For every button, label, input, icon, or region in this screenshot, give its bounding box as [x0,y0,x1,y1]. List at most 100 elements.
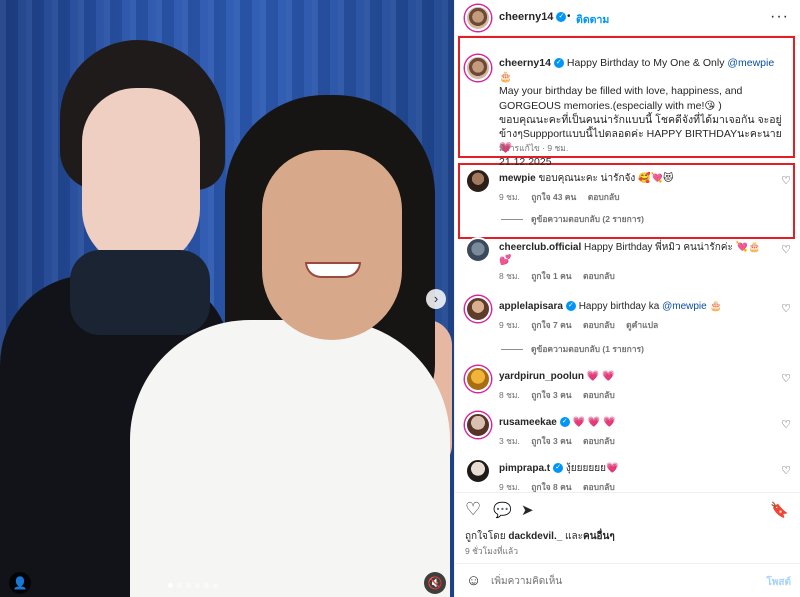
comment-username[interactable]: rusameekae [499,417,557,428]
comment-like-icon[interactable]: ♡ [781,243,791,256]
avatar[interactable] [465,5,491,31]
comment-meta: 3 ชม. ถูกใจ 3 คน ตอบกลับ [499,434,624,448]
comment-body: Happy birthday ka [578,301,663,312]
comment-like-icon[interactable]: ♡ [781,174,791,187]
verified-icon: ✓ [565,301,576,312]
avatar[interactable] [465,296,491,322]
comment-icon[interactable]: 💬 [493,501,512,519]
tagged-user-icon[interactable]: 👤 [9,572,31,594]
comment-likes[interactable]: ถูกใจ 1 คน [531,271,571,281]
comment-username[interactable]: applelapisara [499,301,563,312]
post-photo[interactable]: › 👤 🔇 [0,0,454,597]
comment-likes[interactable]: ถูกใจ 8 คน [531,482,571,492]
person-left-bandana [70,250,210,335]
reply-button[interactable]: ตอบกลับ [583,390,615,400]
comment-meta: 9 ชม. ถูกใจ 7 คน ตอบกลับ ดูคำแปล [499,318,667,332]
comment-meta: 8 ชม. ถูกใจ 3 คน ตอบกลับ [499,388,624,402]
reply-button[interactable]: ตอบกลับ [588,192,620,202]
comment-meta: 9 ชม. ถูกใจ 43 คน ตอบกลับ [499,190,628,204]
comment-like-icon[interactable]: ♡ [781,302,791,315]
view-replies-button[interactable]: ดูข้อความตอบกลับ (1 รายการ) [501,342,644,356]
avatar[interactable] [465,237,491,263]
avatar[interactable] [465,55,491,81]
carousel-dot [195,583,200,588]
view-replies-button[interactable]: ดูข้อความตอบกลับ (2 รายการ) [501,212,644,226]
share-icon[interactable]: ➤ [521,501,534,519]
avatar[interactable] [465,366,491,392]
mention-link[interactable]: @mewpie [662,301,707,312]
author-username-text[interactable]: cheerny14 [499,11,553,23]
reply-button[interactable]: ตอบกลับ [583,436,615,446]
next-photo-icon[interactable]: › [426,289,446,309]
more-options-icon[interactable]: ··· [770,8,789,26]
comment-text: mewpie ขอบคุณนะคะ น่ารักจัง 🥰💘😻 [499,172,769,185]
person-right-white-shirt [130,320,450,597]
author-username[interactable]: cheerny14 ✓ [499,11,567,23]
comment-text: yardpirun_poolun 💗 💗 [499,370,769,383]
mute-icon[interactable]: 🔇 [424,572,446,594]
comment-time[interactable]: 9 ชม. [499,482,520,492]
avatar[interactable] [465,168,491,194]
comment-time[interactable]: 3 ชม. [499,436,520,446]
comment-time[interactable]: 9 ชม. [499,192,520,202]
comment-like-icon[interactable]: ♡ [781,464,791,477]
likes-mid: และ [562,531,584,542]
cake-emoji: 🎂 [706,301,722,312]
avatar[interactable] [465,458,491,484]
comment-composer: ☺ โพสต์ [455,563,800,597]
reply-button[interactable]: ตอบกลับ [583,271,615,281]
translate-button[interactable]: ดูคำแปล [626,320,658,330]
carousel-dot [204,583,209,588]
avatar[interactable] [465,412,491,438]
comment-likes[interactable]: ถูกใจ 7 คน [531,320,571,330]
carousel-dot [177,583,182,588]
comment-likes[interactable]: ถูกใจ 3 คน [531,436,571,446]
likes-user[interactable]: dackdevil._ [508,531,562,542]
comment-text: cheerclub.official Happy Birthday พี่หมิ… [499,241,769,267]
follow-button[interactable]: ติดตาม [576,11,609,28]
post-side-panel: cheerny14 ✓ • ติดตาม ··· cheerny14 ✓ Happy… [454,0,800,597]
comment-time[interactable]: 9 ชม. [499,320,520,330]
person-left-face [82,88,200,268]
comment-body: 💗 💗 💗 [572,417,616,428]
comment-time[interactable]: 8 ชม. [499,390,520,400]
likes-prefix: ถูกใจโดย [465,531,509,542]
comment-time[interactable]: 8 ชม. [499,271,520,281]
comment-username[interactable]: yardpirun_poolun [499,371,584,382]
reply-button[interactable]: ตอบกลับ [583,320,615,330]
comment-like-icon[interactable]: ♡ [781,372,791,385]
likes-others[interactable]: คนอื่นๆ [583,531,615,542]
emoji-icon[interactable]: ☺ [466,572,481,589]
comment-meta: 8 ชม. ถูกใจ 1 คน ตอบกลับ [499,269,624,283]
like-icon[interactable]: ♡ [465,499,481,520]
comment-like-icon[interactable]: ♡ [781,418,791,431]
comment-text: pimprapa.t ✓ งุ้ยยยยยย💗 [499,462,769,475]
comment-username[interactable]: pimprapa.t [499,463,550,474]
comment-username[interactable]: cheerclub.official [499,242,581,253]
reply-button[interactable]: ตอบกลับ [583,482,615,492]
separator-dot: • [567,11,571,22]
post-timestamp[interactable]: 9 ชั่วโมงที่แล้ว [465,544,518,558]
mention-link[interactable]: @mewpie [727,57,774,69]
post-actions-bar: ♡ 💬 ➤ 🔖 [455,492,800,522]
caption-username[interactable]: cheerny14 [499,57,551,69]
verified-icon: ✓ [553,58,564,69]
verified-icon: ✓ [556,12,567,23]
comment-text: applelapisara ✓ Happy birthday ka @mewpie… [499,300,769,313]
comment-likes[interactable]: ถูกใจ 3 คน [531,390,571,400]
post-header: cheerny14 ✓ • ติดตาม ··· [455,0,800,36]
comment-body: งุ้ยยยยยย💗 [565,463,619,474]
caption-line2: May your birthday be filled with love, h… [499,85,743,112]
cake-emoji: 🎂 [499,71,513,84]
comment-body: ขอบคุณนะคะ น่ารักจัง 🥰💘😻 [538,173,674,184]
person-right-face [262,150,402,340]
comment-input[interactable] [491,572,741,590]
person-right-smile [305,262,361,278]
likes-summary[interactable]: ถูกใจโดย dackdevil._ และคนอื่นๆ [465,529,615,544]
comment-username[interactable]: mewpie [499,173,536,184]
comment-likes[interactable]: ถูกใจ 43 คน [531,192,576,202]
carousel-dot [168,583,173,588]
post-comment-button[interactable]: โพสต์ [766,575,791,590]
carousel-dot [213,583,218,588]
save-icon[interactable]: 🔖 [770,501,789,519]
